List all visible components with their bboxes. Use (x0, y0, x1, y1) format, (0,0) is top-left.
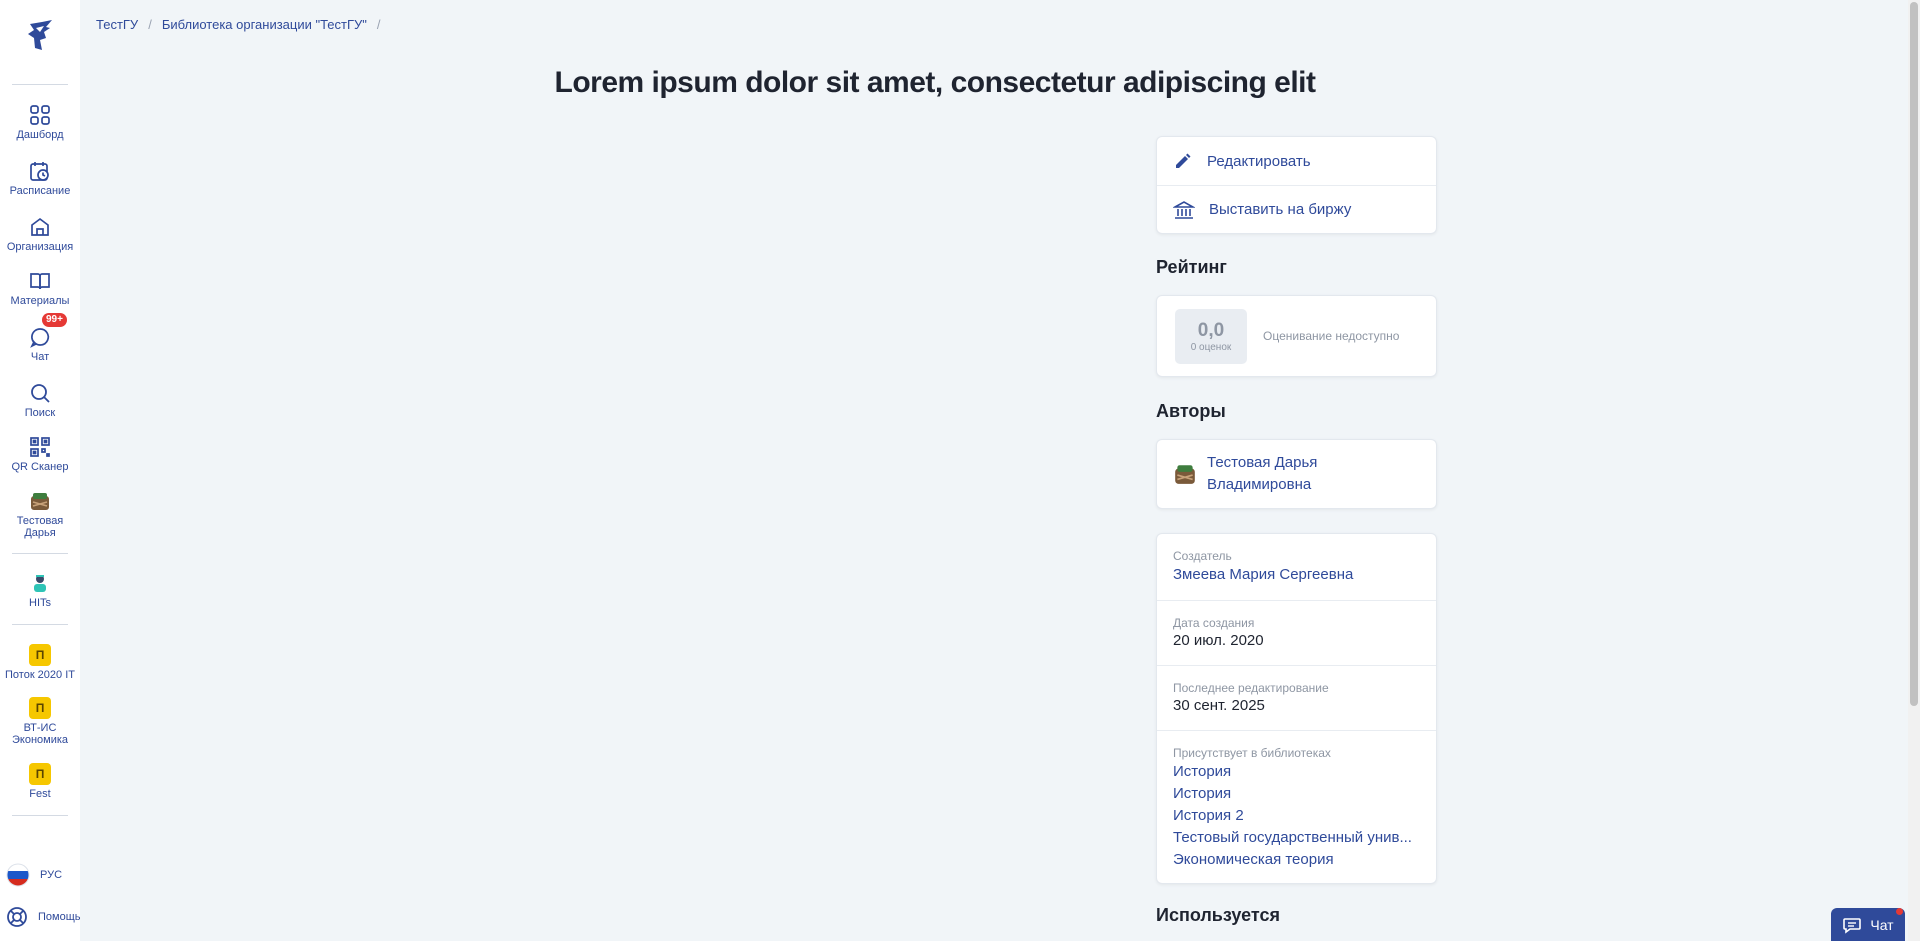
sidebar-item-hits[interactable]: HITs (0, 572, 80, 609)
edit-label: Редактировать (1207, 152, 1311, 170)
rating-card: 0,0 0 оценок Оценивание недоступно (1156, 295, 1437, 377)
sidebar-item-label: Материалы (10, 295, 70, 307)
floating-chat-button[interactable]: Чат (1831, 908, 1905, 941)
chat-icon (30, 328, 50, 348)
library-link[interactable]: Экономическая теория (1173, 849, 1420, 871)
sidebar-item-label: Поток 2020 IT (5, 669, 75, 681)
sidebar-item-search[interactable]: Поиск (0, 382, 80, 419)
sidebar-item-group-potok[interactable]: П Поток 2020 IT (0, 644, 80, 681)
sidebar-item-materials[interactable]: Материалы (0, 270, 80, 307)
language-switch[interactable]: РУС (6, 863, 62, 887)
unread-badge: 99+ (42, 313, 67, 327)
publish-exchange-button[interactable]: Выставить на биржу (1157, 185, 1436, 233)
sidebar-item-label: Тестовая Дарья (16, 515, 64, 539)
library-link[interactable]: История 2 (1173, 805, 1420, 827)
sidebar-scroll-fade (0, 820, 80, 850)
edited-date: 30 сент. 2025 (1173, 697, 1265, 714)
lifebuoy-icon (7, 907, 27, 927)
sidebar-item-label: Организация (6, 241, 74, 253)
sidebar-item-profile[interactable]: Тестовая Дарья (0, 490, 80, 539)
group-avatar: П (29, 644, 51, 666)
created-row: Дата создания 20 июл. 2020 (1157, 600, 1436, 665)
edit-button[interactable]: Редактировать (1157, 137, 1436, 185)
sidebar-item-group-vt-is[interactable]: П ВТ-ИС Экономика (0, 697, 80, 746)
actions-card: Редактировать Выставить на биржу (1156, 136, 1437, 234)
group-avatar: П (29, 697, 51, 719)
sidebar-item-label: ВТ-ИС Экономика (11, 722, 69, 746)
sidebar-item-label: Расписание (9, 185, 71, 197)
book-icon (30, 273, 50, 290)
qr-icon (30, 437, 50, 457)
creator-row: Создатель Змеева Мария Сергеевна (1157, 534, 1436, 600)
edited-row: Последнее редактирование 30 сент. 2025 (1157, 665, 1436, 730)
creator-link[interactable]: Змеева Мария Сергеевна (1173, 564, 1420, 586)
russia-flag-icon (6, 863, 30, 887)
dashboard-icon (30, 105, 50, 125)
library-link[interactable]: История (1173, 761, 1420, 783)
sidebar-item-group-fest[interactable]: П Fest (0, 763, 80, 800)
pencil-icon (1176, 153, 1191, 168)
authors-card: Тестовая Дарья Владимировна (1156, 439, 1437, 509)
sidebar-item-label: QR Сканер (11, 461, 69, 473)
library-link[interactable]: История (1173, 783, 1420, 805)
chat-bubble-icon (1843, 917, 1862, 934)
sidebar-item-label: Fest (29, 788, 51, 800)
sidebar-item-label: Поиск (24, 407, 56, 419)
sidebar-item-dashboard[interactable]: Дашборд (0, 104, 80, 141)
authors-heading: Авторы (1156, 401, 1226, 421)
bank-icon (1173, 200, 1195, 219)
rating-heading: Рейтинг (1156, 257, 1227, 277)
created-date: 20 июл. 2020 (1173, 632, 1264, 649)
page-title: Lorem ipsum dolor sit amet, consectetur … (554, 66, 1317, 99)
help-label: Помощь (38, 911, 81, 923)
used-heading: Используется (1156, 905, 1281, 925)
creator-label: Создатель (1173, 549, 1232, 563)
notification-dot (1896, 908, 1903, 915)
sidebar-divider (12, 815, 68, 816)
libraries-row: Присутствует в библиотеках История Истор… (1157, 730, 1436, 883)
sidebar-item-chat[interactable]: 99+ Чат (0, 313, 80, 363)
sidebar-item-label: Чат (30, 351, 50, 363)
material-info-card: Создатель Змеева Мария Сергеевна Дата со… (1156, 533, 1437, 884)
hits-icon (34, 575, 46, 592)
group-avatar: П (29, 763, 51, 785)
breadcrumb: ТестГУ / Библиотека организации "ТестГУ"… (96, 17, 381, 32)
calendar-icon (30, 162, 49, 181)
sidebar-item-schedule[interactable]: Расписание (0, 160, 80, 197)
sidebar-divider (12, 553, 68, 554)
sidebar-item-qr-scanner[interactable]: QR Сканер (0, 436, 80, 473)
sidebar-item-label: Дашборд (16, 129, 64, 141)
breadcrumb-separator: / (148, 17, 152, 32)
rating-status: Оценивание недоступно (1263, 329, 1400, 343)
library-link[interactable]: Тестовый государственный унив... (1173, 827, 1420, 849)
organization-icon (31, 217, 49, 236)
chat-button-label: Чат (1870, 916, 1894, 933)
libraries-label: Присутствует в библиотеках (1173, 746, 1331, 760)
breadcrumb-item-library[interactable]: Библиотека организации "ТестГУ" (162, 17, 367, 32)
created-label: Дата создания (1173, 616, 1255, 630)
sidebar-item-label: HITs (29, 597, 51, 609)
sidebar-item-organization[interactable]: Организация (0, 216, 80, 253)
search-icon (31, 384, 50, 403)
help-link[interactable]: Помощь (6, 906, 81, 928)
rating-score-box: 0,0 0 оценок (1175, 308, 1247, 364)
page-scrollbar[interactable] (1908, 0, 1920, 941)
logo-icon[interactable] (22, 18, 58, 54)
user-avatar (31, 493, 49, 510)
breadcrumb-item-org[interactable]: ТестГУ (96, 17, 138, 32)
edited-label: Последнее редактирование (1173, 681, 1329, 695)
scrollbar-thumb[interactable] (1910, 2, 1918, 706)
author-avatar (1175, 465, 1195, 484)
author-link[interactable]: Тестовая Дарья Владимировна (1207, 452, 1337, 496)
breadcrumb-separator: / (376, 17, 381, 32)
sidebar-divider (12, 624, 68, 625)
publish-label: Выставить на биржу (1209, 201, 1352, 218)
rating-count: 0 оценок (1190, 341, 1232, 353)
rating-value: 0,0 (1197, 319, 1225, 341)
sidebar: Дашборд Расписание Организация Материалы… (0, 0, 81, 941)
language-label: РУС (40, 869, 63, 881)
